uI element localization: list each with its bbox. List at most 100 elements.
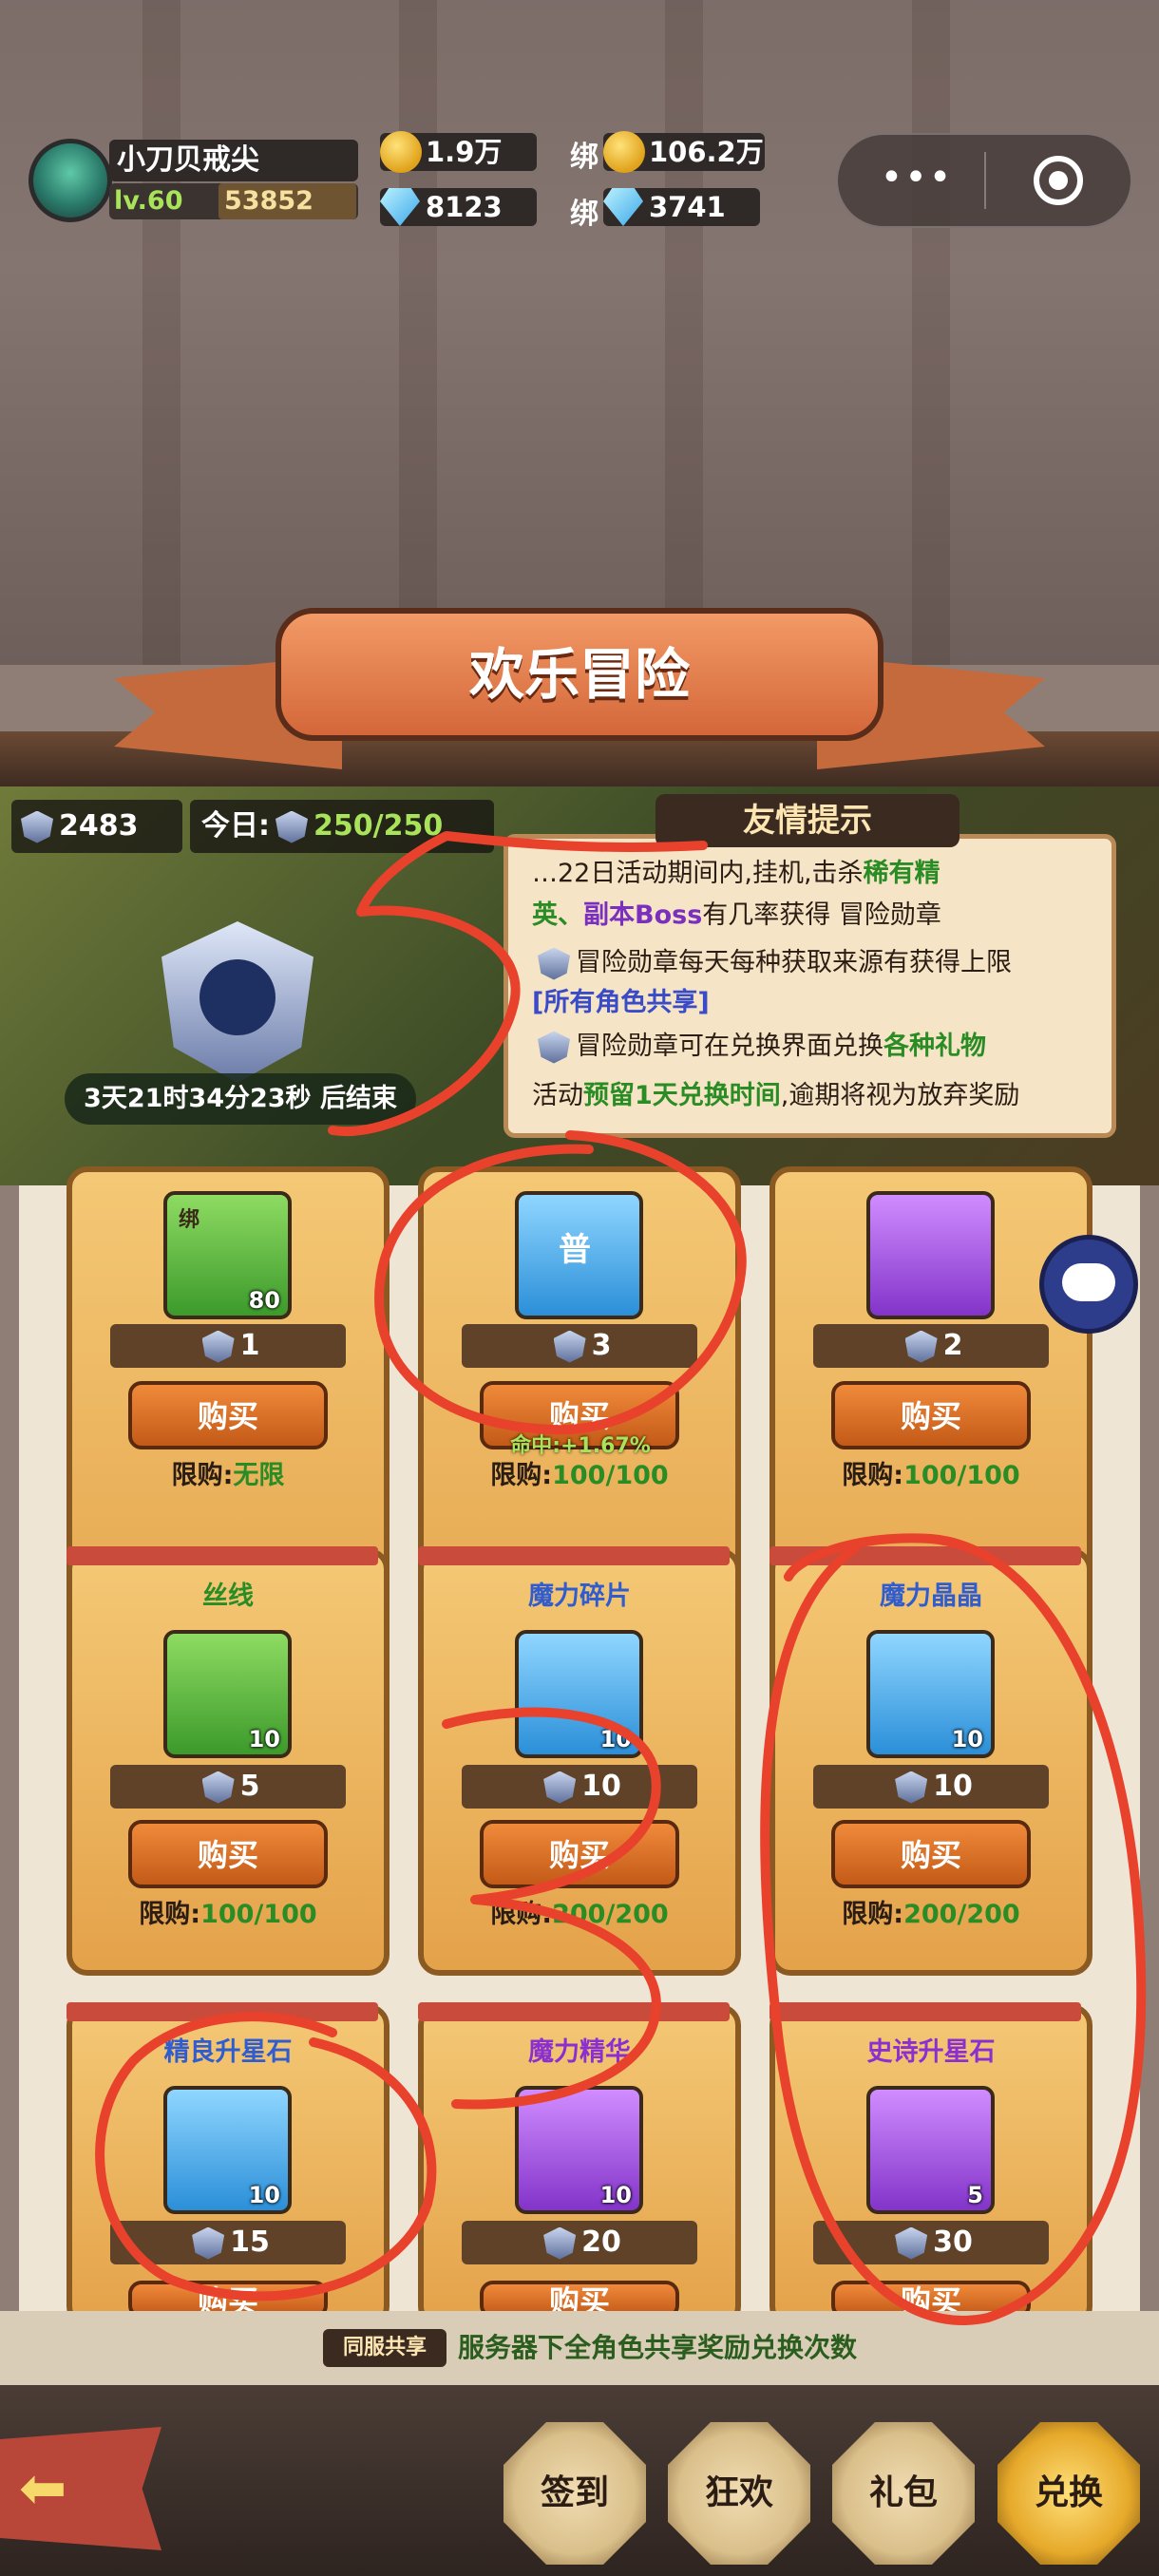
capsule-divider: [984, 152, 986, 209]
buy-button[interactable]: 购买: [128, 1820, 328, 1888]
buy-button[interactable]: 购买: [831, 1820, 1031, 1888]
background: [0, 0, 1159, 665]
price-value: 5: [239, 1770, 260, 1803]
back-arrow-icon: ⬅: [19, 2455, 67, 2522]
purchase-limit: 限购:200/200: [775, 1896, 1087, 1934]
share-text: 服务器下全角色共享奖励兑换次数: [458, 2332, 858, 2363]
player-avatar[interactable]: [28, 139, 112, 222]
bound-gold-counter[interactable]: 106.2万: [603, 131, 765, 173]
bound-gold-tag: 绑: [570, 141, 598, 174]
purchase-limit: 限购:200/200: [424, 1896, 735, 1934]
limit-label: 限购:: [490, 1900, 553, 1929]
shop-card: 魔力晶晶 10 10 购买 限购:200/200: [770, 1546, 1092, 1976]
limit-label: 限购:: [490, 1461, 553, 1490]
thread-icon: 10: [163, 1630, 292, 1758]
shop-card: 魔力精华 10 20 购买: [418, 2002, 741, 2327]
star-emblem-icon: [200, 959, 276, 1035]
bound-coin-icon: 80 绑: [163, 1191, 292, 1319]
price-value: 15: [230, 2226, 270, 2259]
nav-exchange[interactable]: 兑换: [998, 2422, 1140, 2565]
close-target-icon[interactable]: [1034, 156, 1083, 205]
scroll-icon: 普: [515, 1191, 643, 1319]
power-value: 53852: [224, 186, 314, 216]
countdown-timer: 3天21时34分23秒 后结束: [65, 1073, 416, 1125]
medal-icon: [543, 1771, 577, 1804]
price-tag: 30: [813, 2221, 1049, 2264]
card-header: [418, 1546, 730, 1565]
buy-button[interactable]: 购买: [128, 1381, 328, 1449]
limit-value: 无限: [233, 1461, 285, 1490]
card-header: [770, 1546, 1081, 1565]
share-tag: 同服共享: [323, 2329, 446, 2367]
price-tag: 10: [813, 1765, 1049, 1809]
price-tag: 3: [462, 1324, 697, 1368]
card-header: [770, 2002, 1081, 2021]
nav-gift-pack[interactable]: 礼包: [832, 2422, 975, 2565]
limit-label: 限购:: [139, 1900, 201, 1929]
shop-card: 魔力碎片 10 10 购买 限购:200/200: [418, 1546, 741, 1976]
tip-title: 友情提示: [656, 794, 960, 847]
buy-button[interactable]: 购买: [480, 1820, 679, 1888]
bound-gem-counter[interactable]: 3741: [603, 188, 760, 226]
price-value: 10: [933, 1770, 973, 1803]
bound-gold-value: 106.2万: [649, 136, 764, 168]
bound-gem-tag: 绑: [570, 198, 598, 231]
crystal-icon: 10: [866, 1630, 995, 1758]
medal-icon: [543, 2226, 577, 2260]
limit-value: 200/200: [903, 1900, 1020, 1929]
page-title: 欢乐冒险: [468, 642, 690, 707]
tip-line: [所有角色共享]: [532, 984, 1112, 1022]
gold-coin-icon: [380, 131, 422, 173]
gold-counter[interactable]: 1.9万: [380, 131, 537, 173]
limit-label: 限购:: [171, 1461, 234, 1490]
price-value: 20: [581, 2226, 621, 2259]
tip-line: 冒险勋章每天每种获取来源有获得上限: [532, 944, 1112, 982]
tip-line: 冒险勋章可在兑换界面兑换各种礼物: [532, 1028, 1112, 1066]
gem-counter[interactable]: 8123: [380, 188, 537, 226]
player-power: 53852: [218, 183, 356, 219]
bound-gem-value: 3741: [649, 191, 726, 223]
limit-value: 200/200: [552, 1900, 669, 1929]
more-menu-icon[interactable]: •••: [874, 159, 960, 198]
limit-value: 100/100: [200, 1900, 317, 1929]
bonus-tooltip: 命中:+1.67%: [510, 1434, 651, 1458]
price-tag: 15: [110, 2221, 346, 2264]
gold-value: 1.9万: [426, 136, 503, 168]
gold-coin-icon: [603, 131, 645, 173]
medal-icon: [538, 947, 570, 980]
nav-signin[interactable]: 签到: [504, 2422, 646, 2565]
tip-line: 活动预留1天兑换时间,逾期将视为放弃奖励: [532, 1077, 1112, 1115]
purchase-limit: 限购:无限: [72, 1457, 384, 1495]
tip-text: 活动: [532, 1081, 583, 1110]
tip-text: …22日活动期间内,挂机,击杀: [532, 859, 864, 888]
medal-icon: [538, 1031, 570, 1064]
price-tag: 5: [110, 1765, 346, 1809]
price-value: 2: [942, 1329, 963, 1362]
gem-value: 8123: [426, 191, 503, 223]
price-tag: 2: [813, 1324, 1049, 1368]
buy-button[interactable]: 购买: [831, 1381, 1031, 1449]
tip-text: 冒险勋章每天每种获取来源有获得上限: [576, 948, 1012, 977]
medal-icon: [895, 1771, 928, 1804]
price-tag: 1: [110, 1324, 346, 1368]
price-tag: 10: [462, 1765, 697, 1809]
player-name: 小刀贝戒尖: [109, 140, 358, 181]
tip-highlight: 英、: [532, 900, 583, 930]
item-title: 魔力晶晶: [880, 1582, 982, 1611]
purple-star-stone-icon: 5: [866, 2086, 995, 2214]
price-value: 30: [933, 2226, 973, 2259]
medal-total: 2483: [11, 800, 182, 853]
medal-icon: [201, 1330, 235, 1363]
purchase-limit: 限购:100/100: [72, 1896, 384, 1934]
nav-carnival[interactable]: 狂欢: [668, 2422, 810, 2565]
today-medals: 今日: 250/250: [190, 800, 494, 853]
tip-line: …22日活动期间内,挂机,击杀稀有精: [532, 855, 1112, 893]
card-header: [66, 1546, 378, 1565]
shop-grid[interactable]: 80 绑 1 购买 限购:无限 普 3 购买 命中:+1.67% 限购:100/1…: [19, 1166, 1140, 2327]
item-title: 史诗升星石: [866, 2037, 996, 2067]
limit-value: 100/100: [552, 1461, 669, 1490]
diamond-icon: [380, 188, 420, 226]
item-title: 精良升星石: [163, 2037, 293, 2067]
price-value: 10: [581, 1770, 621, 1803]
shop-card: 丝线 10 5 购买 限购:100/100: [66, 1546, 390, 1976]
